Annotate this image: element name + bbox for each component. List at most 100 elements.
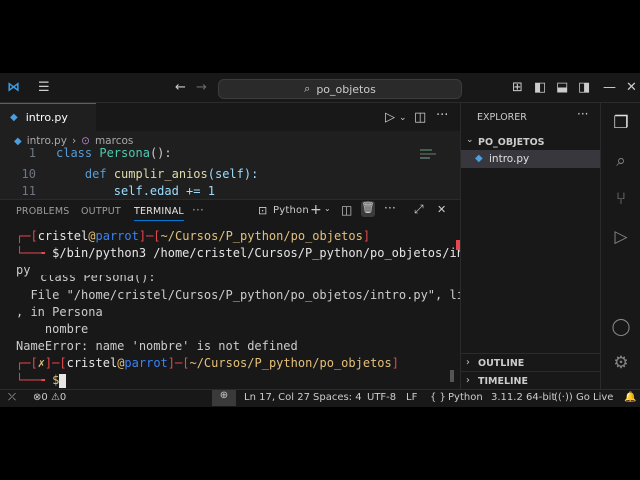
panel-tabs: PROBLEMS OUTPUT TERMINAL ··· ⊡ Python + … — [0, 200, 460, 222]
code-editor[interactable]: 1 class Persona(): 10 def cumplir_anios(s… — [0, 146, 460, 201]
explorer-sidebar: EXPLORER ··· ⌄ PO_OBJETOS ◆ intro.py › O… — [460, 103, 600, 389]
code-text: (): — [149, 146, 172, 160]
chevron-down-icon: ⌄ — [466, 135, 474, 145]
maximize-panel-icon[interactable]: ⤢ — [414, 202, 424, 217]
file-name: intro.py — [489, 153, 530, 165]
layout-icon[interactable]: ⊞ — [512, 80, 523, 96]
sidebar-title: EXPLORER — [477, 112, 527, 123]
editor-tabs: ◆ intro.py ▷ ⌄ ◫ ··· — [0, 103, 460, 131]
toggle-secondary-sidebar-icon[interactable]: ◨ — [578, 80, 590, 96]
vscode-window: ⋈ ☰ ← → ⌕ po_objetos ⊞ ◧ ⬓ ◨ — ✕ ◆ intro… — [0, 73, 640, 407]
prompt-path: ~/Cursos/P_python/po_objetos — [189, 356, 392, 370]
close-window-icon[interactable]: ✕ — [626, 80, 637, 96]
search-icon[interactable]: ⌕ — [611, 151, 631, 171]
warning-icon: ⚠ — [50, 392, 60, 403]
broadcast-icon: ((·)) — [554, 392, 573, 403]
source-control-icon[interactable]: ⑂ — [611, 189, 631, 209]
encoding[interactable]: UTF-8 — [367, 392, 396, 403]
outline-section[interactable]: › OUTLINE — [461, 353, 600, 372]
more-actions-icon[interactable]: ··· — [436, 108, 448, 124]
split-editor-icon[interactable]: ◫ — [414, 110, 426, 126]
activity-bar: ❐ ⌕ ⑂ ▷ ◯ ⚙ — [600, 103, 640, 389]
tab-output[interactable]: OUTPUT — [81, 206, 121, 217]
line-number: 11 — [21, 184, 36, 198]
prompt-at: @ — [88, 229, 96, 243]
tab-terminal[interactable]: TERMINAL — [134, 206, 184, 221]
chevron-right-icon: › — [466, 375, 470, 386]
terminal-icon: ⊡ — [258, 204, 268, 217]
traceback-file: File "/home/cristel/Cursos/P_python/po_o… — [16, 288, 493, 302]
kill-terminal-icon[interactable]: 🗑 — [361, 201, 375, 217]
cursor-position[interactable]: Ln 17, Col 27 — [244, 392, 310, 403]
partial-line: class Persona(): — [40, 275, 156, 284]
run-debug-icon[interactable]: ▷ — [611, 227, 631, 247]
go-live-label: Go Live — [575, 392, 614, 403]
title-bar: ⋈ ☰ ← → ⌕ po_objetos ⊞ ◧ ⬓ ◨ — ✕ — [0, 73, 640, 103]
traceback-code: nombre — [16, 322, 89, 336]
error-message: NameError: name 'nombre' is not defined — [16, 339, 298, 353]
status-bar: ⤫ ⊗0 ⚠0 ⊕ Ln 17, Col 27 Spaces: 4 UTF-8 … — [0, 389, 640, 407]
error-count: 0 — [41, 392, 48, 403]
chevron-right-icon: › — [466, 357, 470, 368]
code-text: self.edad += 1 — [113, 184, 215, 198]
settings-gear-icon[interactable]: ⚙ — [611, 353, 631, 373]
account-icon[interactable]: ◯ — [611, 317, 631, 337]
run-icon[interactable]: ▷ — [385, 110, 395, 126]
zoom-icon[interactable]: ⊕ — [212, 390, 236, 406]
terminal-line: py — [16, 263, 31, 277]
line-ending[interactable]: LF — [406, 392, 417, 403]
code-text: (self): — [207, 167, 259, 181]
language-mode[interactable]: Python — [448, 392, 483, 403]
prompt-path: ~/Cursos/P_python/po_objetos — [160, 229, 363, 243]
python-file-icon: ◆ — [10, 112, 18, 123]
python-file-icon: ◆ — [475, 153, 483, 164]
notifications-icon[interactable]: 🔔 — [624, 392, 636, 403]
toggle-panel-icon[interactable]: ⬓ — [556, 80, 568, 96]
terminal-input-line[interactable]: └──╼ $ — [16, 372, 67, 389]
terminal-prompt: ┌─[✗]─[cristel@parrot]─[~/Cursos/P_pytho… — [16, 356, 399, 370]
terminal-dropdown-icon[interactable]: ⌄ — [324, 204, 331, 213]
minimap[interactable] — [420, 147, 438, 163]
close-panel-icon[interactable]: ✕ — [437, 203, 446, 216]
explorer-icon[interactable]: ❐ — [611, 113, 631, 133]
more-tabs-icon[interactable]: ··· — [192, 203, 204, 217]
outline-label: OUTLINE — [478, 358, 525, 369]
file-item-intro-py[interactable]: ◆ intro.py — [461, 150, 600, 168]
command-center-search[interactable]: ⌕ po_objetos — [218, 79, 462, 99]
code-line: 11 self.edad += 1 — [0, 181, 215, 201]
problems-status[interactable]: ⊗0 ⚠0 — [33, 392, 66, 403]
terminal-cursor — [59, 373, 67, 388]
indentation[interactable]: Spaces: 4 — [313, 392, 362, 403]
folder-name: PO_OBJETOS — [478, 137, 545, 148]
more-actions-icon[interactable]: ··· — [577, 107, 588, 121]
split-terminal-icon[interactable]: ◫ — [341, 203, 353, 217]
forward-arrow-icon[interactable]: → — [196, 80, 207, 96]
run-dropdown-icon[interactable]: ⌄ — [399, 110, 407, 126]
search-icon: ⌕ — [304, 82, 311, 95]
back-arrow-icon[interactable]: ← — [175, 80, 186, 96]
code-class-name: Persona — [99, 146, 150, 160]
new-terminal-icon[interactable]: + — [310, 202, 322, 218]
terminal-prompt: ┌─[cristel@parrot]─[~/Cursos/P_python/po… — [16, 229, 371, 243]
more-actions-icon[interactable]: ··· — [384, 201, 396, 215]
tab-problems[interactable]: PROBLEMS — [16, 206, 69, 217]
line-number: 1 — [28, 146, 36, 160]
python-interpreter[interactable]: 3.11.2 64-bit — [491, 392, 555, 403]
terminal-scrollbar[interactable] — [450, 370, 454, 382]
folder-header[interactable]: ⌄ PO_OBJETOS — [461, 133, 600, 151]
remote-icon[interactable]: ⤫ — [8, 392, 16, 403]
menu-icon[interactable]: ☰ — [38, 80, 50, 96]
prompt-dollar: $ — [52, 373, 60, 387]
tab-label: intro.py — [25, 111, 68, 124]
language-braces[interactable]: { } — [430, 392, 446, 403]
minimize-icon[interactable]: — — [603, 80, 616, 96]
terminal-output[interactable]: ┌─[cristel@parrot]─[~/Cursos/P_python/po… — [0, 228, 493, 390]
terminal-shell-name[interactable]: Python — [273, 205, 309, 216]
tab-intro-py[interactable]: ◆ intro.py — [0, 103, 96, 131]
vscode-logo-icon: ⋈ — [7, 80, 20, 95]
prompt-user: cristel — [66, 356, 118, 370]
prompt-bracket-icon: ┌─[ — [16, 229, 38, 243]
timeline-section[interactable]: › TIMELINE — [461, 371, 600, 390]
toggle-sidebar-icon[interactable]: ◧ — [534, 80, 546, 96]
go-live-button[interactable]: ((·)) Go Live — [554, 392, 613, 403]
